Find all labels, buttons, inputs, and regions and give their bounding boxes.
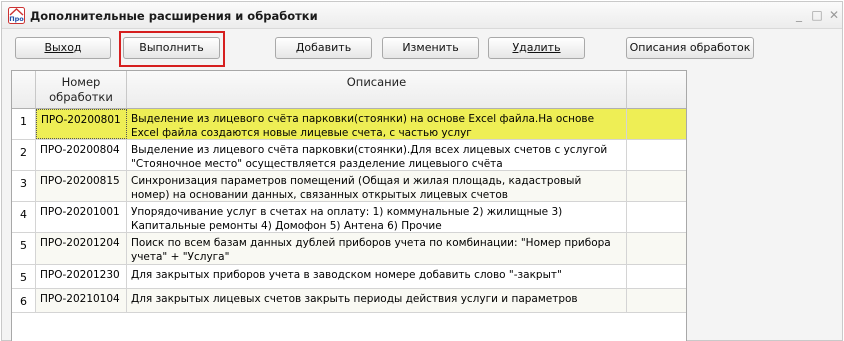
row-number: 1 bbox=[12, 109, 36, 139]
row-description[interactable]: Упорядочивание услуг в счетах на оплату:… bbox=[127, 202, 627, 232]
table-row[interactable]: 3 ПРО-20200815 Синхронизация параметров … bbox=[12, 171, 686, 202]
row-number: 3 bbox=[12, 171, 36, 201]
row-code[interactable]: ПРО-20200815 bbox=[36, 171, 127, 201]
table-row[interactable]: 4 ПРО-20201001 Упорядочивание услуг в сч… bbox=[12, 202, 686, 233]
row-description[interactable]: Для закрытых приборов учета в заводском … bbox=[127, 265, 627, 288]
row-extra[interactable] bbox=[627, 265, 686, 288]
row-code[interactable]: ПРО-20201001 bbox=[36, 202, 127, 232]
row-number: 5 bbox=[12, 265, 36, 288]
app-logo-icon: Про bbox=[8, 7, 25, 24]
exit-button[interactable]: Выход bbox=[15, 37, 111, 59]
header-description[interactable]: Описание bbox=[127, 71, 627, 109]
table-row[interactable]: 5 ПРО-20201204 Поиск по всем базам данны… bbox=[12, 233, 686, 265]
row-description[interactable]: Выделение из лицевого счёта парковки(сто… bbox=[127, 109, 627, 139]
row-code[interactable]: ПРО-20200801 bbox=[36, 109, 127, 139]
maximize-icon[interactable]: □ bbox=[810, 8, 824, 22]
close-icon[interactable]: ✕ bbox=[827, 8, 841, 22]
row-number: 6 bbox=[12, 289, 36, 312]
row-number: 4 bbox=[12, 202, 36, 232]
row-number: 2 bbox=[12, 140, 36, 170]
table-row[interactable]: 1 ПРО-20200801 Выделение из лицевого счё… bbox=[12, 109, 686, 140]
title-bar: Про Дополнительные расширения и обработк… bbox=[2, 2, 842, 29]
edit-button[interactable]: Изменить bbox=[382, 37, 479, 59]
row-code[interactable]: ПРО-20210104 bbox=[36, 289, 127, 312]
add-button[interactable]: Добавить bbox=[275, 37, 372, 59]
row-code[interactable]: ПРО-20201230 bbox=[36, 265, 127, 288]
header-row-number bbox=[12, 71, 36, 109]
descriptions-button[interactable]: Описания обработок bbox=[626, 37, 754, 59]
header-number[interactable]: Номер обработки bbox=[36, 71, 127, 109]
minimize-icon[interactable]: _ bbox=[792, 8, 806, 22]
processing-window: Про Дополнительные расширения и обработк… bbox=[1, 1, 843, 341]
run-button[interactable]: Выполнить bbox=[123, 37, 220, 59]
row-extra[interactable] bbox=[627, 140, 686, 170]
svg-text:Про: Про bbox=[9, 15, 24, 23]
processing-table: Номер обработки Описание 1 ПРО-20200801 … bbox=[11, 70, 687, 341]
row-code[interactable]: ПРО-20201204 bbox=[36, 233, 127, 264]
row-description[interactable]: Синхронизация параметров помещений (Обща… bbox=[127, 171, 627, 201]
row-code[interactable]: ПРО-20200804 bbox=[36, 140, 127, 170]
row-extra[interactable] bbox=[627, 171, 686, 201]
row-description[interactable]: Поиск по всем базам данных дублей прибор… bbox=[127, 233, 627, 264]
row-extra[interactable] bbox=[627, 202, 686, 232]
table-row[interactable]: 6 ПРО-20210104 Для закрытых лицевых счет… bbox=[12, 289, 686, 313]
toolbar: Выход Выполнить Добавить Изменить Удалит… bbox=[2, 29, 842, 67]
table-row[interactable]: 5 ПРО-20201230 Для закрытых приборов уче… bbox=[12, 265, 686, 289]
row-number: 5 bbox=[12, 233, 36, 264]
delete-button[interactable]: Удалить bbox=[488, 37, 585, 59]
row-extra[interactable] bbox=[627, 233, 686, 264]
header-extra bbox=[627, 71, 686, 109]
table-row[interactable]: 2 ПРО-20200804 Выделение из лицевого счё… bbox=[12, 140, 686, 171]
row-description[interactable]: Для закрытых лицевых счетов закрыть пери… bbox=[127, 289, 627, 312]
row-description[interactable]: Выделение из лицевого счёта парковки(сто… bbox=[127, 140, 627, 170]
row-extra[interactable] bbox=[627, 109, 686, 139]
window-title: Дополнительные расширения и обработки bbox=[30, 9, 318, 23]
row-extra[interactable] bbox=[627, 289, 686, 312]
